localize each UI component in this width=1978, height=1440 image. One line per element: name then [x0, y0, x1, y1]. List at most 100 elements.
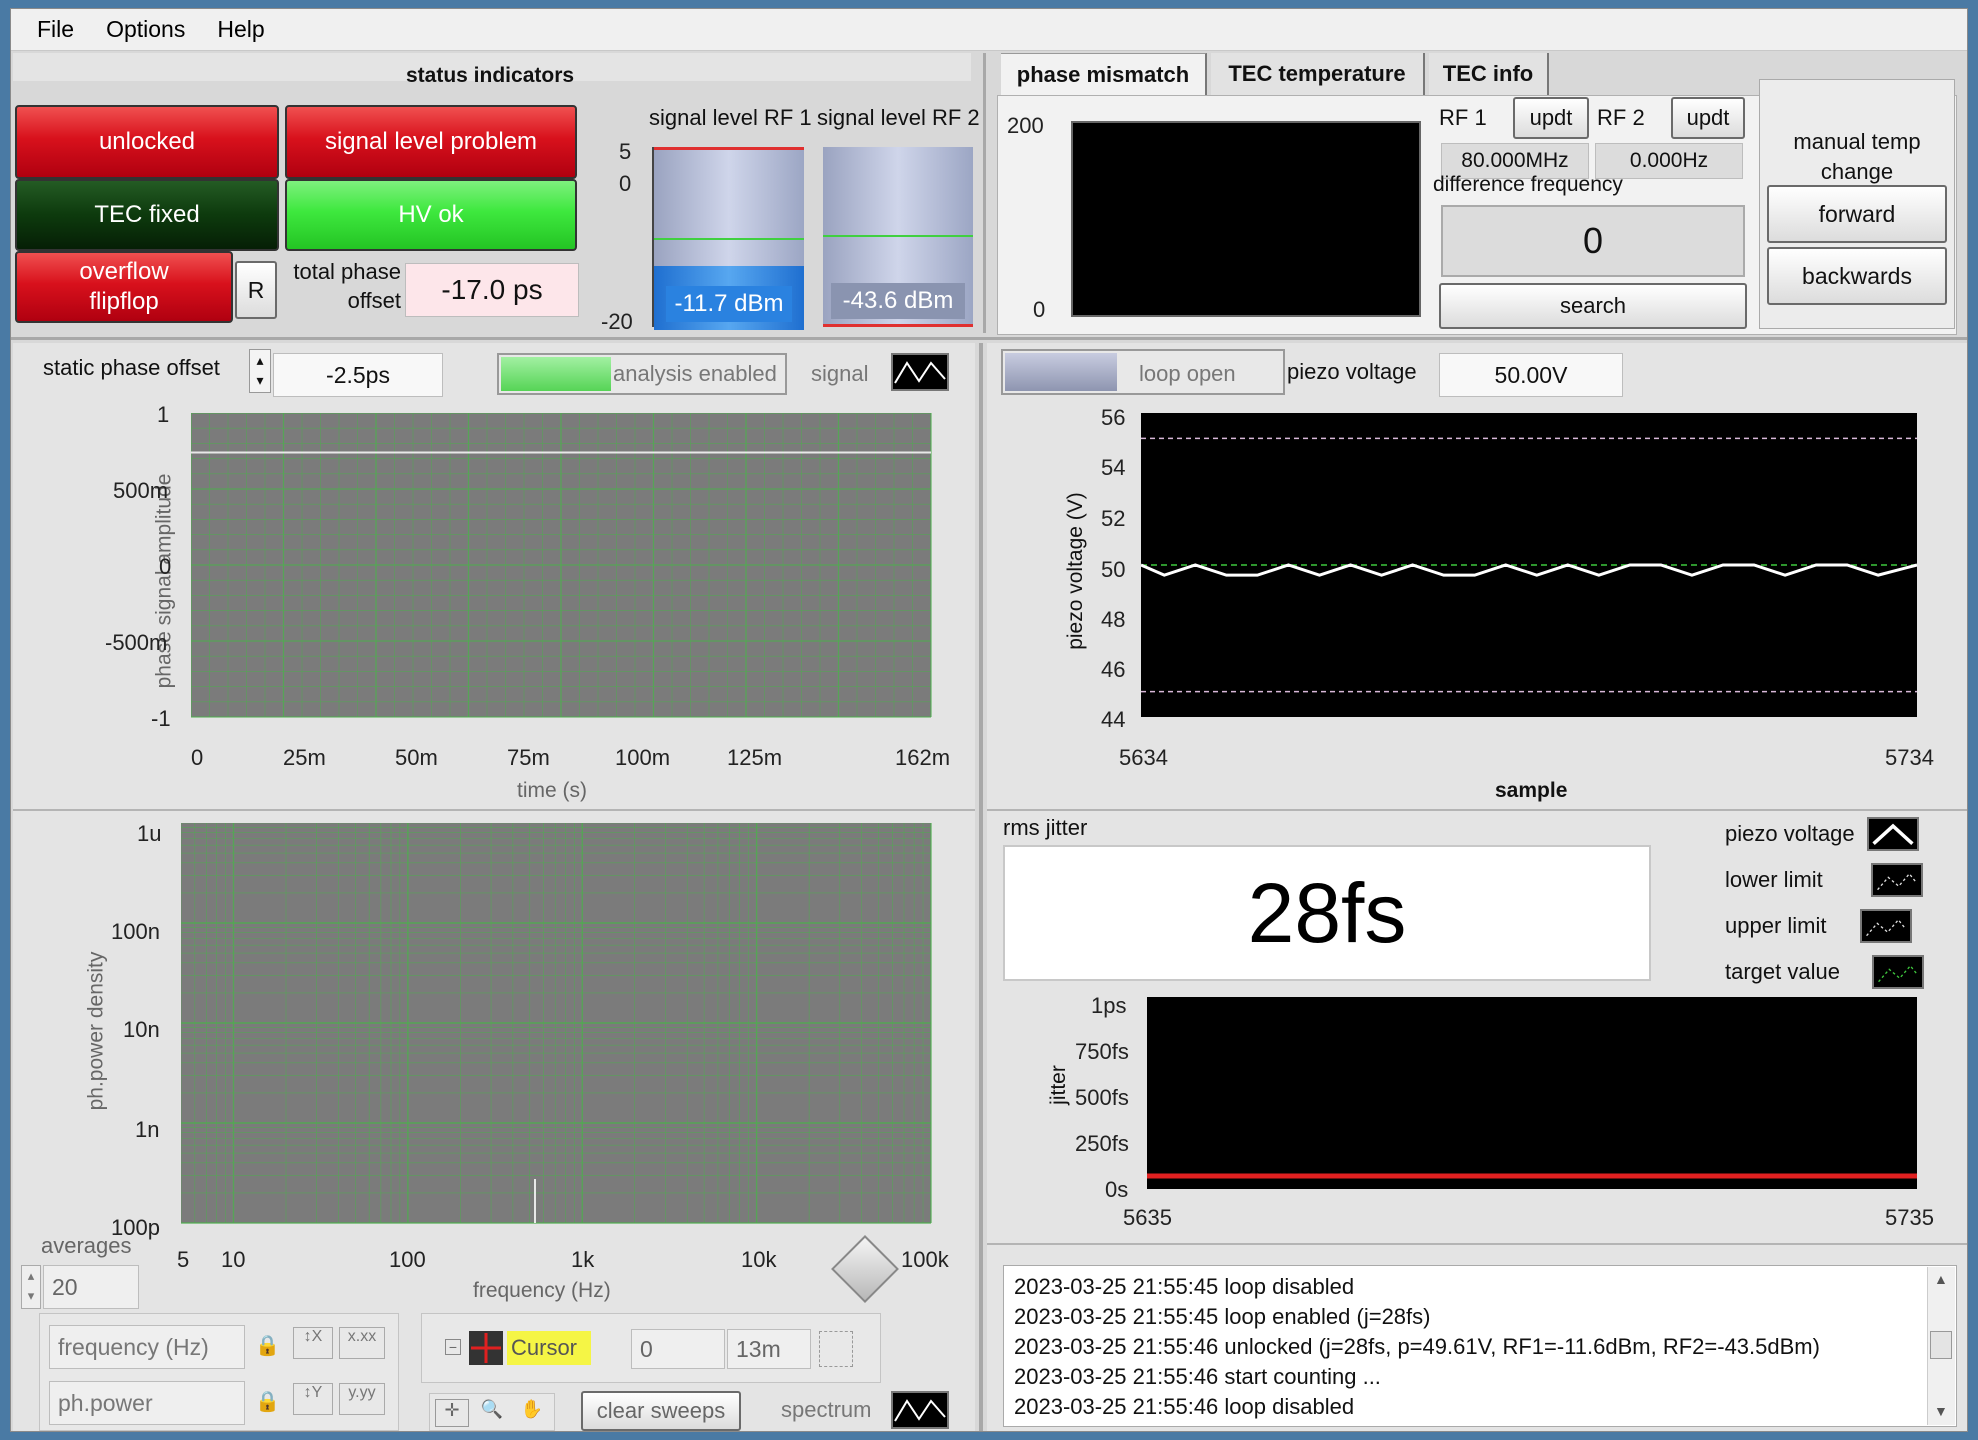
rms-jitter-value: 28fs	[1003, 845, 1651, 981]
jitter-plot	[1147, 997, 1917, 1189]
loop-open-toggle[interactable]: loop open	[1001, 349, 1285, 395]
piezo-ytick-54: 54	[1101, 455, 1126, 480]
phase-plot-ylabel: phase signal amplitude	[152, 473, 176, 689]
tec-fixed-indicator: TEC fixed	[15, 179, 279, 251]
right-divider	[987, 809, 1967, 811]
tab-tec-temperature[interactable]: TEC temperature	[1211, 53, 1425, 95]
search-button[interactable]: search	[1439, 283, 1747, 329]
forward-button[interactable]: forward	[1767, 185, 1947, 243]
averages-label: averages	[41, 1233, 132, 1258]
menu-options[interactable]: Options	[90, 16, 201, 43]
cursor-name[interactable]: Cursor	[507, 1331, 591, 1365]
status-title: status indicators	[406, 64, 575, 87]
cursor-style-icon[interactable]	[469, 1331, 503, 1365]
psd-plot	[181, 823, 932, 1224]
rf2-level-title: signal level RF 2	[817, 105, 980, 130]
piezo-ytick-48: 48	[1101, 607, 1126, 632]
lock-x-icon[interactable]: 🔒	[255, 1333, 280, 1358]
autoscale-y-icon[interactable]: ↕Y	[293, 1383, 333, 1415]
legend-target[interactable]: target value	[1725, 955, 1924, 989]
legend-upper-label: upper limit	[1725, 913, 1827, 938]
piezo-xtick-end: 5734	[1885, 745, 1934, 770]
menu-file[interactable]: File	[21, 16, 90, 43]
power-axis-name: ph.power	[49, 1381, 245, 1425]
piezo-voltage-value: 50.00V	[1439, 353, 1623, 397]
collapse-icon[interactable]: −	[445, 1339, 461, 1355]
level-tick-0: 0	[619, 171, 632, 196]
log-line: 2023-03-25 21:55:45 loop disabled	[1014, 1274, 1355, 1299]
static-phase-offset-input[interactable]: -2.5ps	[273, 353, 443, 397]
menu-help[interactable]: Help	[201, 16, 280, 43]
signal-problem-indicator: signal level problem	[285, 105, 577, 179]
level-tick-minus20: -20	[601, 309, 633, 334]
cursor-lock-icon[interactable]	[819, 1331, 853, 1367]
spectrum-legend-icon[interactable]	[891, 1391, 949, 1429]
mismatch-ytick-200: 200	[1007, 113, 1044, 138]
phase-plot-grid	[191, 413, 932, 718]
autoscale-x-icon[interactable]: ↕X	[293, 1327, 333, 1359]
scroll-up-icon[interactable]: ▲	[1934, 1271, 1948, 1287]
jitter-ytick-500fs: 500fs	[1075, 1085, 1129, 1110]
phase-ytick-minus500m: -500m	[105, 630, 168, 655]
left-divider	[13, 809, 975, 811]
jitter-xtick-end: 5735	[1885, 1205, 1934, 1230]
signal-legend-icon[interactable]	[891, 353, 949, 391]
phase-xtick-100m: 100m	[615, 745, 671, 770]
tab-tec-info[interactable]: TEC info	[1429, 53, 1549, 95]
piezo-xtick-start: 5634	[1119, 745, 1168, 770]
rf1-level-value: -11.7 dBm	[666, 286, 792, 322]
phase-ytick-minus1: -1	[151, 706, 171, 731]
legend-lower-label: lower limit	[1725, 867, 1823, 892]
lock-y-icon[interactable]: 🔒	[255, 1389, 280, 1414]
log-scrollbar[interactable]: ▲ ▼	[1927, 1267, 1955, 1425]
legend-upper[interactable]: upper limit	[1725, 909, 1913, 943]
legend-piezo[interactable]: piezo voltage	[1725, 817, 1919, 851]
psd-xtick-100k: 100k	[901, 1247, 949, 1272]
event-log[interactable]: 2023-03-25 21:55:45 loop disabled 2023-0…	[1003, 1265, 1957, 1427]
scroll-down-icon[interactable]: ▼	[1934, 1403, 1948, 1419]
averages-input[interactable]: 20	[43, 1265, 139, 1309]
jitter-ytick-0s: 0s	[1105, 1177, 1129, 1202]
hv-ok-indicator: HV ok	[285, 179, 577, 251]
piezo-ytick-46: 46	[1101, 657, 1126, 682]
jitter-ytick-750fs: 750fs	[1075, 1039, 1129, 1064]
zoom-icon[interactable]: 🔍	[475, 1399, 509, 1427]
log-line: 2023-03-25 21:55:46 loop disabled	[1014, 1394, 1355, 1419]
scroll-thumb[interactable]	[1930, 1331, 1952, 1359]
piezo-plot-ylabel: piezo voltage (V)	[1063, 492, 1087, 650]
reset-button[interactable]: R	[235, 261, 277, 319]
static-phase-stepper[interactable]: ▴ ▾	[249, 349, 271, 393]
format-y-icon[interactable]: y.yy	[339, 1383, 385, 1415]
backwards-button[interactable]: backwards	[1767, 247, 1947, 305]
phase-ytick-500m: 500m	[113, 478, 169, 503]
legend-lower[interactable]: lower limit	[1725, 863, 1923, 897]
psd-plot-xlabel: frequency (Hz)	[473, 1279, 611, 1302]
total-phase-label: total phase offset	[293, 259, 401, 313]
app-window: File Options Help status indicators unlo…	[10, 8, 1968, 1432]
unlocked-indicator: unlocked	[15, 105, 279, 179]
cursor-move-icon[interactable]: ✛	[435, 1399, 469, 1427]
pan-hand-icon[interactable]: ✋	[515, 1399, 549, 1427]
loop-open-label: loop open	[1139, 361, 1236, 386]
signal-plot-legend-label: signal	[811, 361, 869, 386]
log-line: 2023-03-25 21:55:46 start counting ...	[1014, 1364, 1381, 1389]
rf2-label: RF 2	[1597, 105, 1645, 130]
format-x-icon[interactable]: x.xx	[339, 1327, 385, 1359]
rf1-update-button[interactable]: updt	[1513, 97, 1589, 139]
averages-stepper[interactable]: ▴ ▾	[21, 1265, 41, 1309]
rf2-update-button[interactable]: updt	[1671, 97, 1745, 139]
psd-xtick-10: 10	[221, 1247, 246, 1272]
legend-piezo-swatch	[1866, 817, 1919, 851]
clear-sweeps-button[interactable]: clear sweeps	[581, 1391, 741, 1431]
psd-ytick-10n: 10n	[123, 1017, 160, 1042]
total-phase-value: -17.0 ps	[405, 263, 579, 317]
rf2-level-bar: -43.6 dBm	[823, 147, 973, 327]
psd-xtick-100: 100	[389, 1247, 426, 1272]
tab-phase-mismatch[interactable]: phase mismatch	[1001, 53, 1207, 95]
psd-plot-ylabel: ph.power density	[84, 951, 108, 1111]
legend-piezo-label: piezo voltage	[1725, 821, 1855, 846]
analysis-enabled-toggle[interactable]: analysis enabled	[497, 353, 787, 395]
piezo-voltage-label: piezo voltage	[1287, 359, 1417, 384]
phase-signal-plot	[191, 413, 932, 718]
analysis-enabled-label: analysis enabled	[613, 361, 777, 386]
